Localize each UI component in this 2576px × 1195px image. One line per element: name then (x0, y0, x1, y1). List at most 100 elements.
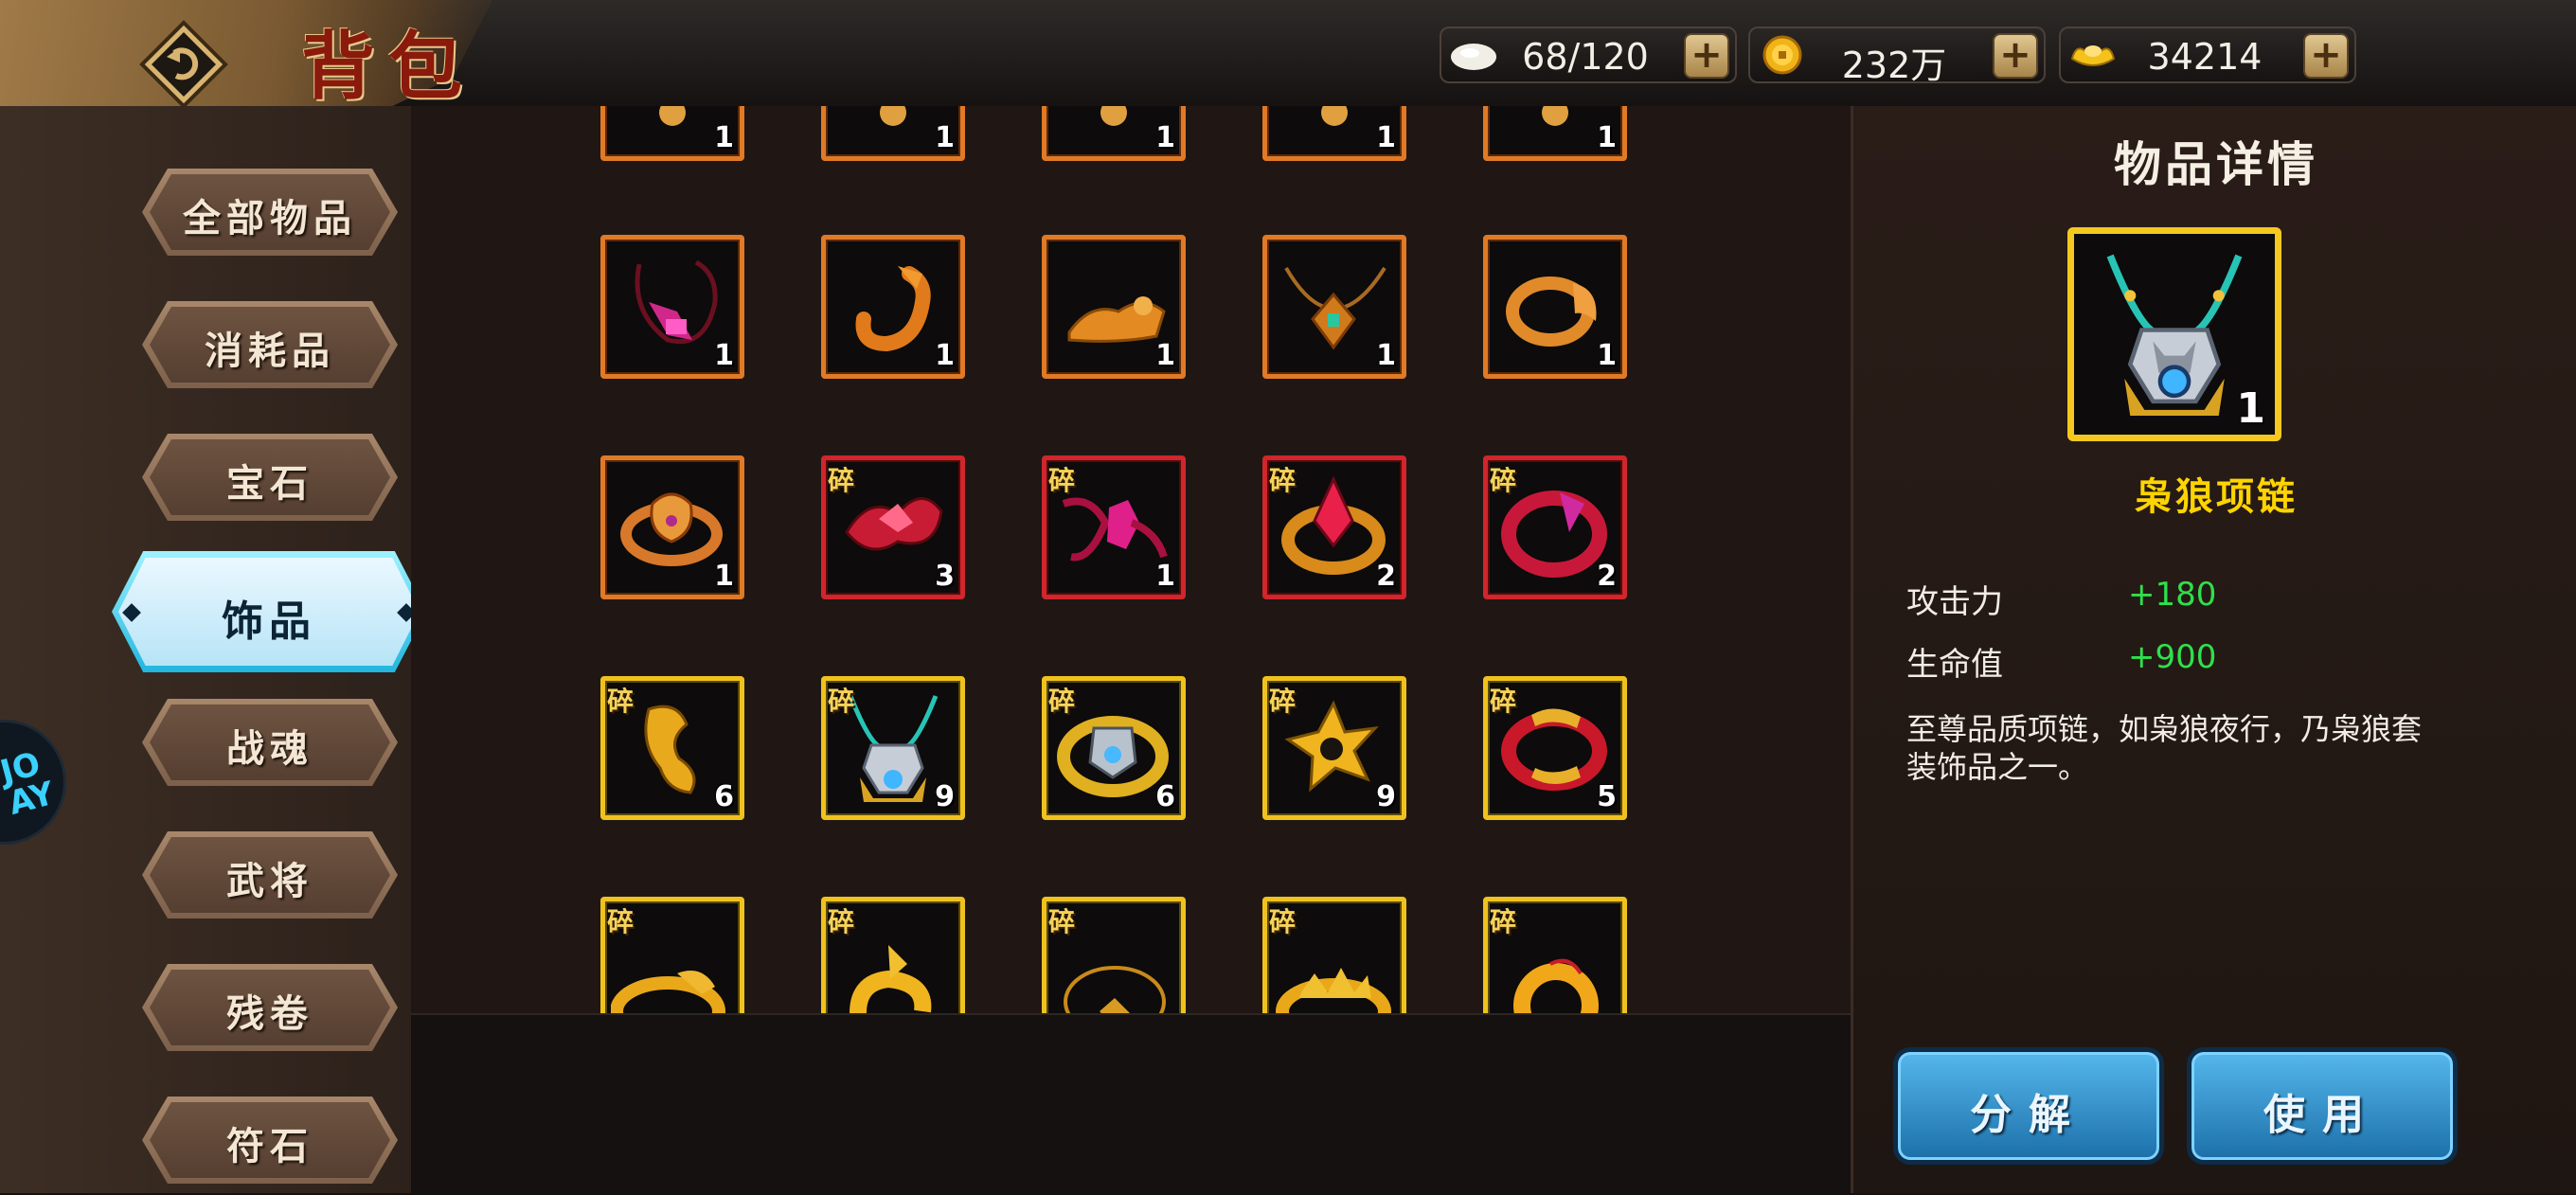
decompose-button[interactable]: 分解 (1893, 1047, 2164, 1165)
add-gold-button[interactable]: + (1993, 33, 2038, 79)
fragment-mark: 碎 (1048, 686, 1076, 717)
inventory-slot[interactable]: 碎9 (1262, 676, 1406, 820)
detail-item-count: 1 (2236, 384, 2265, 433)
category-label: 符石 (226, 1125, 313, 1168)
inventory-slot[interactable]: 1 (600, 455, 744, 599)
slot-count: 1 (714, 339, 734, 372)
use-button[interactable]: 使用 (2187, 1047, 2458, 1165)
ingot-counter: 34214 + (2059, 27, 2356, 83)
item-description: 至尊品质项链，如枭狼夜行，乃枭狼套装饰品之一。 (1906, 711, 2423, 785)
inventory-slot[interactable]: 碎3 (821, 455, 965, 599)
inventory-slot[interactable]: 碎6 (600, 676, 744, 820)
inventory-slot[interactable]: 1 (1042, 235, 1186, 379)
category-sidebar: 全部物品 消耗品 宝石 饰品 战魂 武将 残卷 符石 (0, 106, 426, 1193)
category-gems[interactable]: 宝石 (142, 434, 398, 521)
gold-ingot-icon (2070, 45, 2116, 66)
stat-value-attack: +180 (2128, 576, 2217, 614)
inventory-slot[interactable]: 1 (821, 235, 965, 379)
category-rune-stones[interactable]: 符石 (142, 1097, 398, 1184)
gold-value: 232万 (1841, 45, 1947, 86)
slot-count: 1 (1597, 121, 1617, 154)
fragment-mark: 碎 (1269, 906, 1297, 937)
category-generals[interactable]: 武将 (142, 831, 398, 919)
slot-count: 2 (1376, 560, 1396, 593)
badge-text: JO AY (0, 744, 59, 823)
stamina-value: 68/120 (1522, 36, 1649, 78)
item-detail-panel: 物品详情 1 枭狼项链 攻击力 +180 生命值 +900 至尊品质项链，如枭狼… (1851, 106, 2576, 1193)
inventory-grid: 11111111111碎3碎1碎2碎2碎6碎9碎6碎9碎5碎碎碎碎碎 (411, 106, 1851, 1013)
detail-item-name: 枭狼项链 (2135, 475, 2298, 519)
slot-count: 1 (935, 339, 955, 372)
fragment-mark: 碎 (1048, 906, 1076, 937)
bun-icon (1451, 44, 1496, 70)
add-stamina-button[interactable]: + (1684, 33, 1729, 79)
inventory-slot[interactable]: 碎 (1262, 897, 1406, 1013)
inventory-slot[interactable]: 1 (1483, 106, 1627, 161)
inventory-slot[interactable]: 碎5 (1483, 676, 1627, 820)
category-label: 饰品 (222, 598, 316, 646)
category-label: 宝石 (226, 462, 313, 506)
stat-label-hp: 生命值 (1906, 646, 2003, 684)
slot-count: 1 (714, 560, 734, 593)
add-ingot-button[interactable]: + (2303, 33, 2349, 79)
gold-counter: 232万 + (1748, 27, 2046, 86)
category-label: 残卷 (226, 992, 313, 1036)
back-button[interactable] (138, 19, 229, 110)
inventory-slot[interactable]: 1 (600, 235, 744, 379)
slot-count: 3 (935, 560, 955, 593)
category-consumables[interactable]: 消耗品 (142, 301, 398, 388)
slot-count: 1 (935, 121, 955, 154)
gold-coin-icon (1762, 35, 1802, 75)
inventory-slot[interactable]: 1 (600, 106, 744, 161)
fragment-mark: 碎 (1490, 686, 1517, 717)
category-label: 武将 (226, 860, 313, 903)
fragment-mark: 碎 (828, 906, 855, 937)
inventory-slot[interactable]: 碎9 (821, 676, 965, 820)
inventory-slot[interactable]: 1 (1042, 106, 1186, 161)
slot-count: 1 (1376, 339, 1396, 372)
top-bar: 背包 68/120 + 232万 + 34214 + (0, 0, 2576, 129)
detail-item-slot: 1 (2067, 227, 2281, 441)
inventory-slot[interactable]: 碎1 (1042, 455, 1186, 599)
category-accessories[interactable]: 饰品 (112, 551, 426, 672)
slot-count: 1 (1155, 339, 1175, 372)
category-label: 消耗品 (205, 330, 335, 373)
inventory-slot[interactable]: 碎 (1042, 897, 1186, 1013)
ingot-value: 34214 (2147, 36, 2263, 78)
inventory-slot[interactable]: 1 (821, 106, 965, 161)
fragment-mark: 碎 (828, 465, 855, 496)
inventory-slot[interactable]: 1 (1262, 106, 1406, 161)
inventory-slot[interactable]: 碎 (1483, 897, 1627, 1013)
grid-footer (411, 1013, 1851, 1195)
inventory-slot[interactable]: 碎 (821, 897, 965, 1013)
inventory-slot[interactable]: 1 (1483, 235, 1627, 379)
slot-count: 1 (1597, 339, 1617, 372)
category-label: 全部物品 (183, 197, 357, 241)
slot-count: 1 (1155, 121, 1175, 154)
stamina-counter: 68/120 + (1440, 27, 1737, 83)
category-label: 战魂 (226, 727, 313, 771)
category-all-items[interactable]: 全部物品 (142, 169, 398, 256)
fragment-mark: 碎 (828, 686, 855, 717)
stat-value-hp: +900 (2128, 638, 2217, 676)
inventory-slot[interactable]: 1 (1262, 235, 1406, 379)
fragment-mark: 碎 (1269, 686, 1297, 717)
fragment-mark: 碎 (1490, 906, 1517, 937)
inventory-slot[interactable]: 碎6 (1042, 676, 1186, 820)
slot-count: 6 (714, 780, 734, 813)
inventory-slot[interactable]: 碎 (600, 897, 744, 1013)
detail-title: 物品详情 (2114, 137, 2318, 192)
slot-count: 9 (935, 780, 955, 813)
page-title: 背包 (301, 24, 476, 110)
fragment-mark: 碎 (607, 906, 635, 937)
decompose-button-label: 分解 (1970, 1091, 2087, 1139)
category-war-souls[interactable]: 战魂 (142, 699, 398, 786)
slot-count: 1 (714, 121, 734, 154)
category-scroll-fragments[interactable]: 残卷 (142, 964, 398, 1051)
inventory-slot[interactable]: 碎2 (1483, 455, 1627, 599)
inventory-slot[interactable]: 碎2 (1262, 455, 1406, 599)
slot-count: 9 (1376, 780, 1396, 813)
slot-count: 5 (1597, 780, 1617, 813)
slot-count: 2 (1597, 560, 1617, 593)
fragment-mark: 碎 (607, 686, 635, 717)
